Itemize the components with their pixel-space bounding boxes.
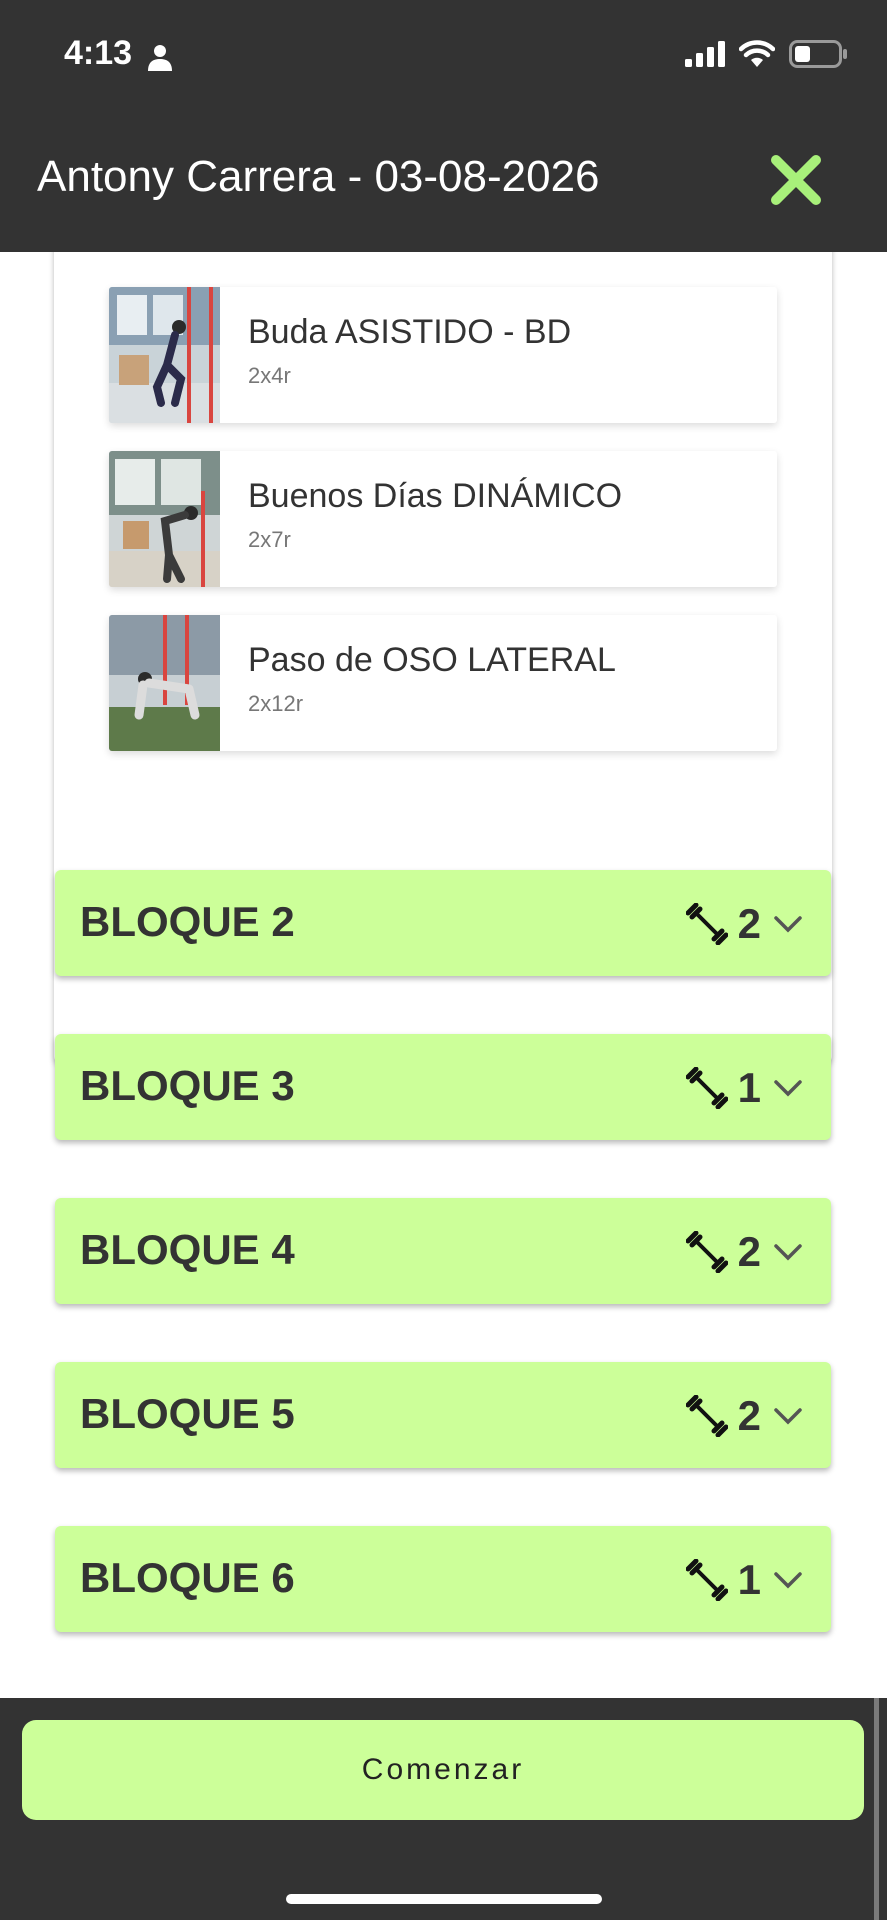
close-icon[interactable] xyxy=(768,152,824,208)
exercise-thumbnail[interactable] xyxy=(109,451,220,587)
chevron-down-icon[interactable] xyxy=(773,1570,803,1590)
exercise-thumbnail[interactable] xyxy=(109,615,220,751)
block-row-4[interactable]: BLOQUE 4 2 xyxy=(55,1198,831,1304)
chevron-down-icon[interactable] xyxy=(773,1078,803,1098)
exercise-sets: 2x7r xyxy=(248,527,291,552)
exercise-sets: 2x12r xyxy=(248,691,304,716)
dumbbell-icon xyxy=(685,903,728,945)
home-indicator[interactable] xyxy=(286,1894,602,1904)
page-title: Antony Carrera - 03-08-2026 xyxy=(37,152,600,201)
block-count: 1 xyxy=(737,1064,761,1111)
block-row-3[interactable]: BLOQUE 3 1 xyxy=(55,1034,831,1140)
battery-icon xyxy=(789,40,847,68)
block-title: BLOQUE 4 xyxy=(80,1226,295,1273)
status-icons xyxy=(685,40,847,68)
top-bar: 4:13 Antony Carrera - 03-08-2026 xyxy=(0,0,887,252)
block-count: 2 xyxy=(737,1392,761,1439)
exercise-item[interactable]: Buenos Días DINÁMICO 2x7r xyxy=(109,451,777,587)
chevron-down-icon[interactable] xyxy=(773,914,803,934)
dumbbell-icon xyxy=(685,1231,728,1273)
person-icon xyxy=(148,45,172,71)
footer-bar: Comenzar xyxy=(0,1698,887,1920)
exercise-thumbnail[interactable] xyxy=(109,287,220,423)
dumbbell-icon xyxy=(685,1395,728,1437)
block-title: BLOQUE 5 xyxy=(80,1390,295,1437)
scrollbar[interactable] xyxy=(874,1698,879,1920)
block-count: 1 xyxy=(737,1556,761,1603)
block-row-5[interactable]: BLOQUE 5 2 xyxy=(55,1362,831,1468)
status-time: 4:13 xyxy=(64,34,133,72)
exercise-name: Paso de OSO LATERAL xyxy=(248,641,616,679)
exercise-name: Buda ASISTIDO - BD xyxy=(248,313,572,351)
workout-content[interactable]: Buda ASISTIDO - BD 2x4r Buenos Días DINÁ… xyxy=(0,252,887,1698)
exercise-sets: 2x4r xyxy=(248,363,291,388)
chevron-down-icon[interactable] xyxy=(773,1242,803,1262)
block-title: BLOQUE 6 xyxy=(80,1554,295,1601)
start-button[interactable]: Comenzar xyxy=(22,1720,864,1820)
block-count: 2 xyxy=(737,1228,761,1275)
block-count: 2 xyxy=(737,900,761,947)
dumbbell-icon xyxy=(685,1067,728,1109)
exercise-item[interactable]: Buda ASISTIDO - BD 2x4r xyxy=(109,287,777,423)
dumbbell-icon xyxy=(685,1559,728,1601)
exercise-name: Buenos Días DINÁMICO xyxy=(248,477,623,515)
signal-icon xyxy=(685,41,725,67)
exercise-item[interactable]: Paso de OSO LATERAL 2x12r xyxy=(109,615,777,751)
chevron-down-icon[interactable] xyxy=(773,1406,803,1426)
block-row-2[interactable]: BLOQUE 2 2 xyxy=(55,870,831,976)
block-row-6[interactable]: BLOQUE 6 1 xyxy=(55,1526,831,1632)
wifi-icon xyxy=(739,40,775,67)
block-title: BLOQUE 2 xyxy=(80,898,295,945)
block-title: BLOQUE 3 xyxy=(80,1062,295,1109)
